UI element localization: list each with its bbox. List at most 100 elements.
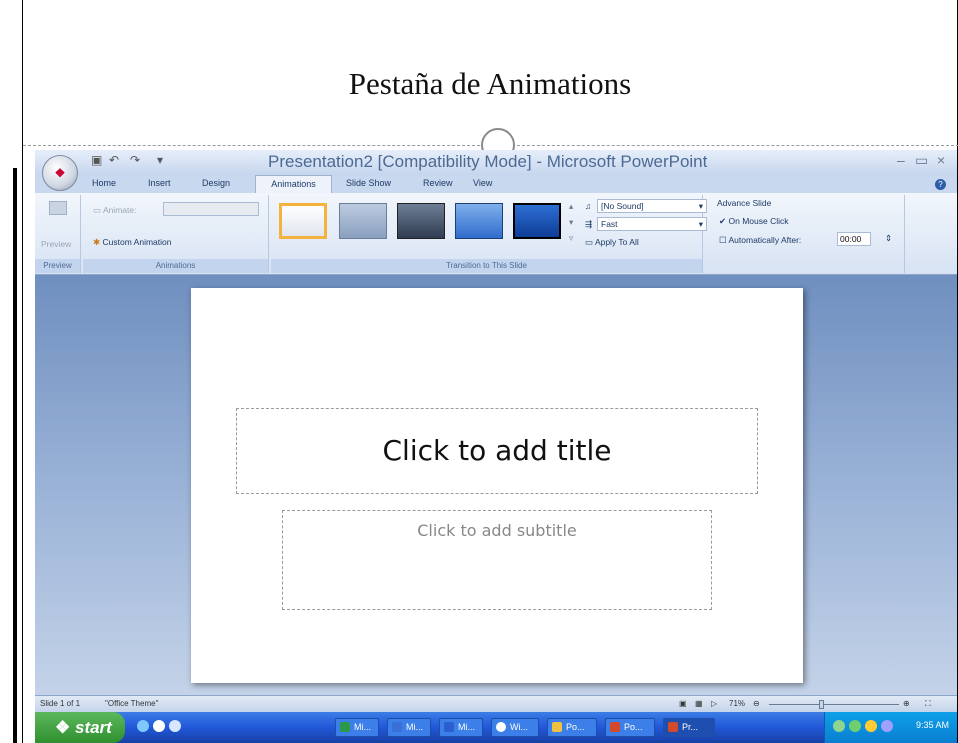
- transition-group: ▴ ▾ ▿ ♫ [No Sound] ▾ ⇶ Fast ▾ ▭ Apply To…: [271, 195, 707, 273]
- status-bar: Slide 1 of 1 "Office Theme" ▣ ▦ ▷ 71% ⊖ …: [35, 695, 957, 712]
- animate-label: ▭ Animate:: [93, 205, 137, 215]
- custom-animation-button[interactable]: ✱ Custom Animation: [93, 237, 171, 248]
- powerpoint-screenshot: ▣ ↶ ↷ ▾ Presentation2 [Compatibility Mod…: [35, 150, 957, 743]
- window-title: Presentation2 [Compatibility Mode] - Mic…: [268, 152, 708, 171]
- advance-slide-heading: Advance Slide: [717, 198, 772, 208]
- preview-group-label: Preview: [35, 259, 80, 273]
- clock: 9:35 AM: [915, 720, 949, 730]
- taskbar-button[interactable]: Po...: [605, 718, 655, 737]
- speed-icon: ⇶: [585, 219, 593, 229]
- gallery-more-icon[interactable]: ▿: [569, 233, 573, 244]
- tray-update-icon[interactable]: [865, 720, 877, 732]
- transition-group-label: Transition to This Slide: [271, 259, 702, 273]
- speed-combo[interactable]: Fast ▾: [597, 217, 707, 231]
- close-button[interactable]: ×: [937, 152, 945, 168]
- tab-home[interactable]: Home: [92, 178, 116, 188]
- transition-cut-thumb[interactable]: [455, 203, 503, 239]
- preview-button[interactable]: Preview: [41, 239, 71, 249]
- slide-counter: Slide 1 of 1: [40, 699, 81, 708]
- animate-combo[interactable]: [163, 202, 259, 216]
- tray-volume-icon[interactable]: [881, 720, 893, 732]
- app-icon: [392, 722, 402, 732]
- slide-pane: Click to add title Click to add subtitle: [35, 275, 957, 717]
- powerpoint-icon: [610, 722, 620, 732]
- on-mouse-click-checkbox[interactable]: ✔ On Mouse Click: [719, 216, 789, 227]
- taskbar-button[interactable]: Wi...: [491, 718, 539, 737]
- quicklaunch-ie-icon[interactable]: [153, 720, 165, 732]
- title-placeholder[interactable]: Click to add title: [236, 408, 758, 494]
- taskbar-button-active[interactable]: Pr...: [663, 718, 715, 737]
- redo-icon[interactable]: ↷: [130, 153, 140, 167]
- preview-group: Preview Preview: [35, 195, 81, 273]
- sorter-view-icon[interactable]: ▦: [695, 699, 703, 708]
- tab-review[interactable]: Review: [423, 178, 453, 188]
- system-tray: 9:35 AM: [824, 712, 957, 743]
- quicklaunch-icon[interactable]: [137, 720, 149, 732]
- ribbon-tabs: Home Insert Design Animations Slide Show…: [35, 175, 957, 194]
- save-icon[interactable]: ▣: [91, 153, 102, 167]
- gallery-up-icon[interactable]: ▴: [569, 201, 573, 212]
- speed-value: Fast: [601, 219, 618, 229]
- left-edge-bar: [13, 168, 17, 743]
- auto-after-time[interactable]: 00:00: [837, 232, 871, 246]
- start-button[interactable]: ❖ start: [35, 712, 125, 743]
- theme-name: "Office Theme": [105, 699, 159, 708]
- auto-after-checkbox[interactable]: ☐ Automatically After:: [719, 235, 801, 246]
- restore-button[interactable]: ▭: [915, 152, 928, 169]
- tab-slide-show[interactable]: Slide Show: [346, 178, 391, 188]
- transition-fade-thumb[interactable]: [339, 203, 387, 239]
- doc-icon: [444, 722, 454, 732]
- custom-animation-icon: ✱: [93, 237, 101, 247]
- fit-window-icon[interactable]: ⛶: [925, 699, 931, 709]
- sound-value: [No Sound]: [601, 201, 644, 211]
- taskbar-button[interactable]: Po...: [547, 718, 597, 737]
- office-button[interactable]: ❖: [42, 155, 78, 191]
- normal-view-icon[interactable]: ▣: [679, 699, 687, 708]
- zoom-in-icon[interactable]: ⊕: [903, 699, 910, 708]
- tab-insert[interactable]: Insert: [148, 178, 171, 188]
- chevron-down-icon: ▾: [698, 201, 703, 211]
- gallery-down-icon[interactable]: ▾: [569, 217, 573, 228]
- page-title: Pestaña de Animations: [348, 66, 632, 101]
- animations-group: ▭ Animate: ✱ Custom Animation Animations: [83, 195, 269, 273]
- powerpoint-icon: [668, 722, 678, 732]
- slide-canvas: Click to add title Click to add subtitle: [191, 288, 803, 683]
- taskbar-button[interactable]: Mi...: [439, 718, 483, 737]
- title-bar: ▣ ↶ ↷ ▾ Presentation2 [Compatibility Mod…: [35, 150, 957, 175]
- help-icon[interactable]: ?: [935, 179, 946, 190]
- taskbar: ❖ start Mi... Mi... Mi... Wi... Po... Po…: [35, 712, 957, 743]
- tray-security-icon[interactable]: [849, 720, 861, 732]
- office-logo-icon: ❖: [54, 166, 66, 180]
- subtitle-placeholder[interactable]: Click to add subtitle: [282, 510, 712, 610]
- qat-dropdown-icon[interactable]: ▾: [157, 153, 163, 167]
- spinner-icon[interactable]: ⇕: [885, 233, 892, 244]
- zoom-out-icon[interactable]: ⊖: [753, 699, 760, 708]
- advance-slide-group: Advance Slide ✔ On Mouse Click ☐ Automat…: [705, 195, 905, 273]
- sound-icon: ♫: [585, 201, 592, 211]
- sound-combo[interactable]: [No Sound] ▾: [597, 199, 707, 213]
- browser-icon: [496, 722, 506, 732]
- transition-none-thumb[interactable]: [279, 203, 327, 239]
- apply-all-icon: ▭: [585, 237, 594, 247]
- undo-icon[interactable]: ↶: [109, 153, 119, 167]
- zoom-slider[interactable]: [769, 704, 899, 705]
- tab-view[interactable]: View: [473, 178, 492, 188]
- transition-dark-thumb[interactable]: [397, 203, 445, 239]
- minimize-button[interactable]: –: [897, 152, 905, 168]
- taskbar-button[interactable]: Mi...: [387, 718, 431, 737]
- zoom-slider-thumb[interactable]: [819, 700, 824, 709]
- apply-all-button[interactable]: ▭ Apply To All: [585, 237, 639, 248]
- word-icon: [340, 722, 350, 732]
- slideshow-view-icon[interactable]: ▷: [711, 699, 717, 708]
- windows-logo-icon: ❖: [55, 718, 71, 737]
- chevron-down-icon: ▾: [698, 219, 703, 229]
- zoom-level[interactable]: 71%: [729, 699, 745, 708]
- taskbar-button[interactable]: Mi...: [335, 718, 379, 737]
- transition-black-thumb[interactable]: [513, 203, 561, 239]
- quicklaunch-media-icon[interactable]: [169, 720, 181, 732]
- folder-icon: [552, 722, 562, 732]
- tab-animations[interactable]: Animations: [255, 175, 332, 194]
- animations-group-label: Animations: [83, 259, 268, 273]
- tray-network-icon[interactable]: [833, 720, 845, 732]
- tab-design[interactable]: Design: [202, 178, 230, 188]
